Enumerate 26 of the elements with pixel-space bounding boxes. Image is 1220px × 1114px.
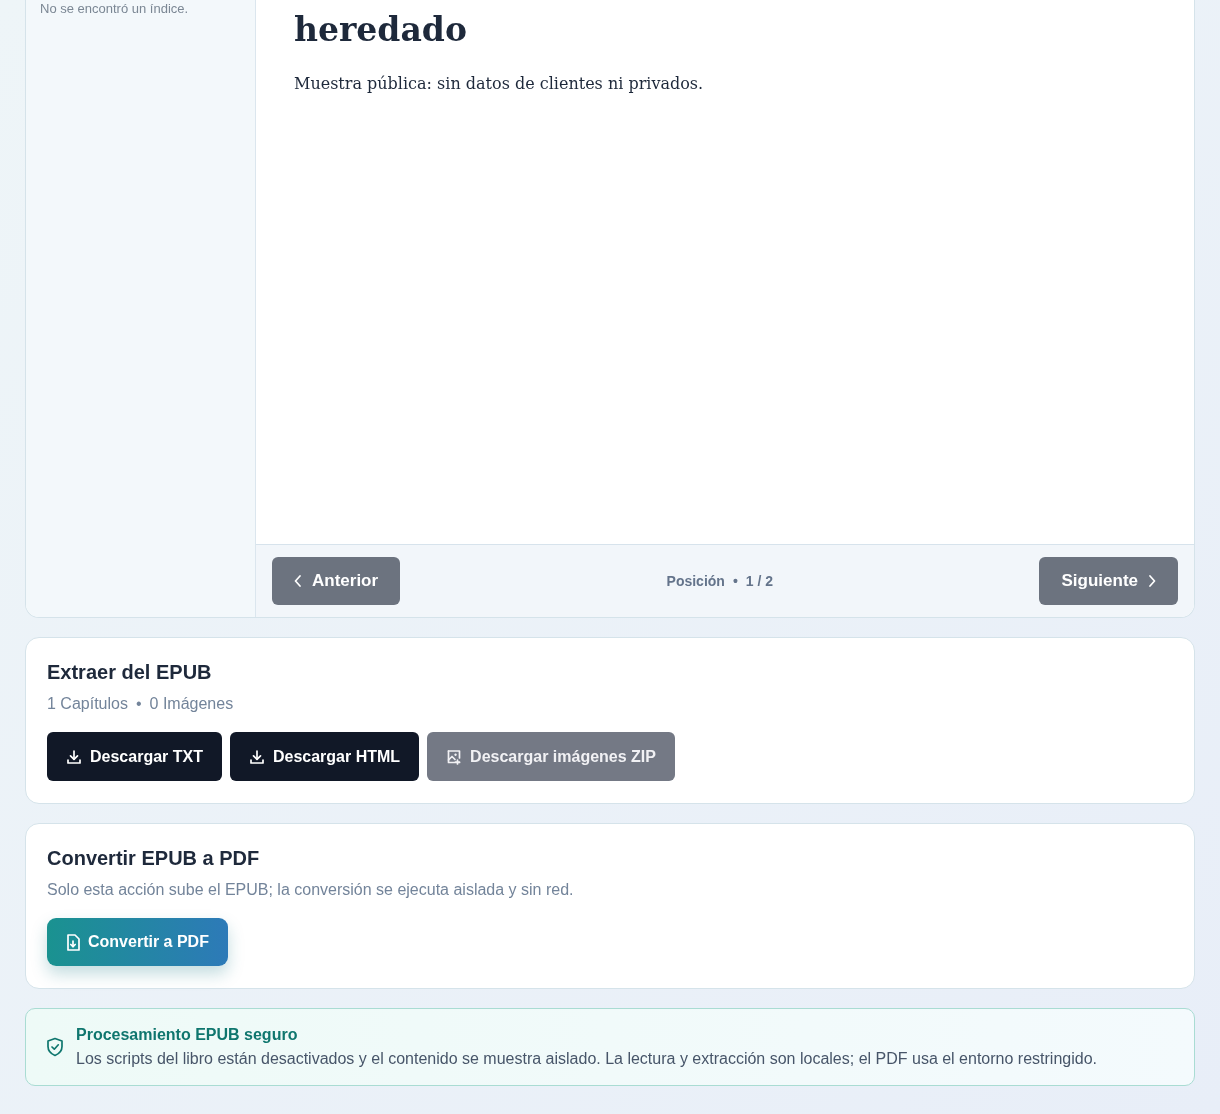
separator-dot: • bbox=[135, 694, 142, 714]
download-button[interactable]: Descargar TXT bbox=[47, 732, 222, 781]
file-download-icon bbox=[66, 933, 80, 951]
chapter-paragraph: Muestra pública: sin datos de clientes ni privados. bbox=[294, 72, 705, 95]
card-title: Extraer del EPUB bbox=[47, 660, 213, 684]
next-button[interactable]: Siguiente bbox=[1039, 557, 1178, 605]
toc-empty-text: No se encontró un índice. bbox=[39, 1, 190, 17]
chapter-heading: heredado bbox=[294, 10, 468, 50]
download-button[interactable]: Descargar HTML bbox=[229, 732, 420, 781]
card-title: Convertir EPUB a PDF bbox=[47, 846, 261, 870]
position-label: Posición bbox=[666, 571, 725, 591]
image-icon bbox=[446, 748, 463, 765]
notice-title: Procesamiento EPUB seguro bbox=[76, 1025, 299, 1045]
chevron-right-icon bbox=[1148, 575, 1156, 587]
convert-button[interactable]: Convertir a PDF bbox=[47, 918, 228, 966]
card-description: Solo esta acción sube el EPUB; la conversión se ejecuta aislada y sin red. bbox=[47, 880, 575, 900]
download-icon bbox=[248, 748, 265, 765]
previous-button[interactable]: Anterior bbox=[272, 557, 401, 605]
separator-dot: • bbox=[732, 571, 738, 591]
shield-check-icon bbox=[46, 1037, 64, 1057]
notice-text: Los scripts del libro están desactivados y el contenido se muestra aislado. La lectura y extracción son locales; el PDF usa el entorno restringido. bbox=[76, 1049, 1097, 1069]
chapter-count: 1 Capítulos bbox=[47, 694, 128, 714]
position-value: 1 / 2 bbox=[745, 571, 774, 591]
image-count: 0 Imágenes bbox=[149, 694, 234, 714]
chevron-left-icon bbox=[294, 575, 302, 587]
download-icon bbox=[66, 748, 82, 765]
